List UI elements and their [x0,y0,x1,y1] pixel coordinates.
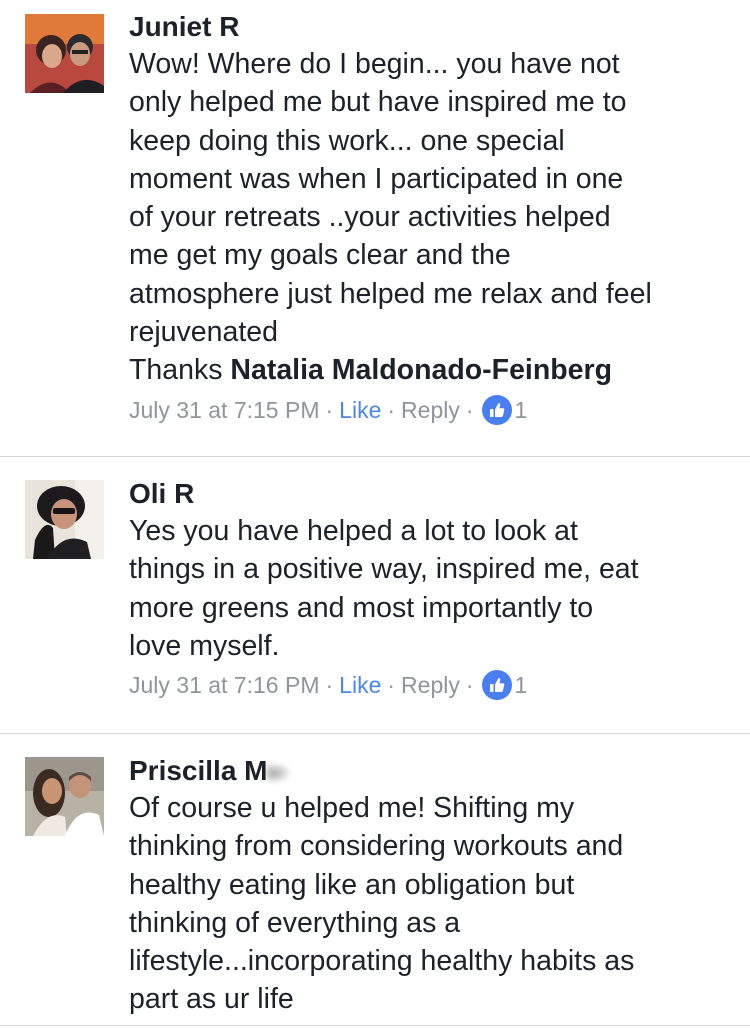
comment-line: moment was when I participated in one [129,162,624,195]
comment-thanks-line: Thanks Natalia Maldonado-Feinberg [129,351,729,389]
like-button[interactable]: Like [339,395,381,425]
separator-dot: · [387,672,396,699]
comment-body: Yes you have helped a lot to look at thi… [129,512,729,665]
avatar[interactable] [25,757,104,836]
reply-button[interactable]: Reply [401,395,460,425]
separator-dot: · [325,672,334,699]
avatar[interactable] [25,14,104,93]
comment-line: lifestyle...incorporating healthy habits… [129,945,635,978]
avatar-photo [25,757,104,836]
comment-author-name: Oli R [129,478,195,509]
comment-line: thinking from considering workouts and [129,830,624,863]
comment-line: part as ur life [129,983,294,1016]
comment-line: me get my goals clear and the [129,239,511,272]
comment-timestamp[interactable]: July 31 at 7:16 PM [129,670,320,700]
comment-author[interactable]: Oli R [129,477,729,511]
avatar[interactable] [25,480,104,559]
like-button[interactable]: Like [339,670,381,700]
thumbs-up-icon [481,670,512,701]
comment-body: Wow! Where do I begin... you have not on… [129,45,729,390]
comment-divider [0,456,750,457]
comment-divider [0,733,750,734]
comment-line: atmosphere just helped me relax and feel [129,277,652,310]
reply-button[interactable]: Reply [401,670,460,700]
comment-line: things in a positive way, inspired me, e… [129,553,639,586]
comment-divider [0,1025,750,1026]
comment-line: love myself. [129,629,280,662]
comment-author-name: Priscilla M [129,755,268,786]
comment-line: keep doing this work... one special [129,124,565,157]
comment-line: rejuvenated [129,316,278,349]
comment-author[interactable]: Juniet R [129,10,729,44]
separator-dot: · [465,396,474,423]
avatar-photo [25,14,104,93]
comment-line: only helped me but have inspired me to [129,86,627,119]
comment-line: thinking of everything as a [129,906,461,939]
separator-dot: · [387,396,396,423]
comment-line: healthy eating like an obligation but [129,868,575,901]
comment-timestamp[interactable]: July 31 at 7:15 PM [129,395,320,425]
reaction-count: 1 [514,396,528,423]
comment-body: Of course u helped me! Shifting my think… [129,789,729,1019]
comment-meta: July 31 at 7:15 PM · Like · Reply · 1 [129,394,729,425]
thanks-text: Thanks [129,354,231,387]
avatar-photo [25,480,104,559]
comment-line: Yes you have helped a lot to look at [129,515,578,547]
reaction-summary[interactable]: 1 [480,394,528,425]
comment-meta: July 31 at 7:16 PM · Like · Reply · 1 [129,670,729,701]
comment-line: Of course u helped me! Shifting my [129,792,575,824]
mention-link[interactable]: Natalia Maldonado-Feinberg [230,354,612,386]
thumbs-up-icon [481,394,512,425]
redaction-blur [265,761,292,784]
comment-line: more greens and most importantly to [129,591,594,624]
reaction-summary[interactable]: 1 [480,670,528,701]
separator-dot: · [325,396,334,423]
comment-author[interactable]: Priscilla M [129,754,729,788]
reaction-count: 1 [514,672,528,699]
comment-line: Wow! Where do I begin... you have not [129,48,620,80]
separator-dot: · [465,672,474,699]
comment-line: of your retreats ..your activities helpe… [129,201,611,234]
